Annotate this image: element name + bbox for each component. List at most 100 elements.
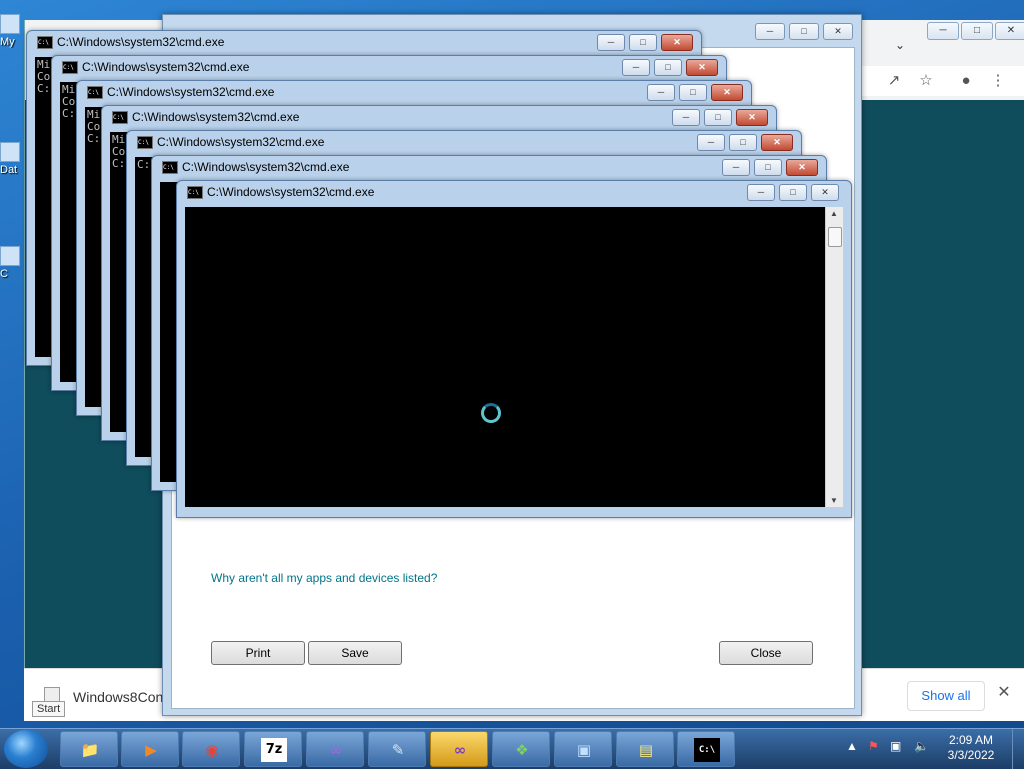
- cmd-minimize-button[interactable]: ─: [622, 59, 650, 76]
- scroll-down-icon[interactable]: ▼: [829, 496, 839, 505]
- cmd-console[interactable]: [185, 207, 825, 507]
- cmd-icon: C:\: [112, 111, 128, 124]
- desktop-shortcut-icon: [0, 14, 20, 34]
- cmd-close-button[interactable]: ✕: [711, 84, 743, 101]
- cmd-minimize-button[interactable]: ─: [697, 134, 725, 151]
- menu-icon[interactable]: ⋮: [989, 72, 1007, 90]
- desktop-icon-label: My: [0, 36, 15, 48]
- apps-devices-help-link[interactable]: Why aren't all my apps and devices liste…: [211, 571, 437, 585]
- scroll-thumb[interactable]: [828, 227, 842, 247]
- cmd-maximize-button[interactable]: □: [654, 59, 682, 76]
- taskbar-notepad[interactable]: ✎: [368, 731, 426, 767]
- tray-expand-icon[interactable]: ▲: [846, 739, 858, 753]
- cmd-icon: C:\: [62, 61, 78, 74]
- cmd-close-button[interactable]: ✕: [811, 184, 839, 201]
- cmd-maximize-button[interactable]: □: [754, 159, 782, 176]
- desktop-shortcut-icon: [0, 142, 20, 162]
- cmd-maximize-button[interactable]: □: [779, 184, 807, 201]
- cmd-close-button[interactable]: ✕: [761, 134, 793, 151]
- volume-icon[interactable]: 🔈: [914, 739, 929, 753]
- network-icon[interactable]: ▣: [890, 739, 901, 753]
- cmd-icon: C:\: [137, 136, 153, 149]
- media-player-icon: ▶: [145, 741, 157, 759]
- busy-cursor-icon: [481, 403, 501, 423]
- visual-studio-icon: ∞: [453, 741, 467, 759]
- cmd-window-7[interactable]: C:\ C:\Windows\system32\cmd.exe ─ □ ✕ ▲ …: [176, 180, 852, 518]
- clock-time: 2:09 AM: [948, 733, 994, 747]
- taskbar-remote-desktop[interactable]: ▣: [554, 731, 612, 767]
- cmd-minimize-button[interactable]: ─: [672, 109, 700, 126]
- cmd-window-title: C:\Windows\system32\cmd.exe: [82, 60, 250, 74]
- taskbar-visual-studio[interactable]: ∞: [430, 731, 488, 767]
- taskbar-media-player[interactable]: ▶: [121, 731, 179, 767]
- cmd-close-button[interactable]: ✕: [786, 159, 818, 176]
- cmd-icon: C:\: [694, 738, 720, 762]
- file-explorer-icon: 📁: [80, 741, 100, 759]
- cmd-scrollbar[interactable]: ▲ ▼: [825, 207, 843, 507]
- cmd-maximize-button[interactable]: □: [679, 84, 707, 101]
- taskbar-vs-installer[interactable]: ∞: [306, 731, 364, 767]
- desktop-icon-c[interactable]: C: [0, 246, 22, 280]
- print-button[interactable]: Print: [211, 641, 305, 665]
- cmd-close-button[interactable]: ✕: [736, 109, 768, 126]
- dialog-maximize-button[interactable]: □: [789, 23, 819, 40]
- cmd-icon: C:\: [162, 161, 178, 174]
- taskbar-cmd[interactable]: C:\: [677, 731, 735, 767]
- cmd-close-button[interactable]: ✕: [686, 59, 718, 76]
- windows-update-icon: ❖: [515, 741, 529, 759]
- cmd-minimize-button[interactable]: ─: [647, 84, 675, 101]
- browser-maximize-button[interactable]: □: [961, 22, 993, 40]
- cmd-maximize-button[interactable]: □: [704, 109, 732, 126]
- 7zip-icon: 7z: [261, 738, 287, 762]
- browser-close-button[interactable]: ✕: [995, 22, 1024, 40]
- tab-search-chevron-icon[interactable]: ⌄: [895, 38, 905, 52]
- show-all-button[interactable]: Show all: [907, 681, 985, 711]
- show-desktop-button[interactable]: [1012, 729, 1024, 769]
- start-button[interactable]: [4, 730, 48, 768]
- browser-minimize-button[interactable]: ─: [927, 22, 959, 40]
- cmd-window-title: C:\Windows\system32\cmd.exe: [132, 110, 300, 124]
- cmd-window-title: C:\Windows\system32\cmd.exe: [182, 160, 350, 174]
- cmd-icon: C:\: [37, 36, 53, 49]
- taskbar-file-explorer[interactable]: 📁: [60, 731, 118, 767]
- taskbar-sticky-notes[interactable]: ▤: [616, 731, 674, 767]
- save-button[interactable]: Save: [308, 641, 402, 665]
- dialog-close-button[interactable]: ✕: [823, 23, 853, 40]
- cmd-close-button[interactable]: ✕: [661, 34, 693, 51]
- taskbar-7zip[interactable]: 7z: [244, 731, 302, 767]
- browser-toolbar: ↗ ☆ ● ⋮: [861, 66, 1024, 96]
- cmd-minimize-button[interactable]: ─: [597, 34, 625, 51]
- cmd-maximize-button[interactable]: □: [629, 34, 657, 51]
- start-tooltip: Start: [32, 701, 66, 717]
- desktop-icon-label: Dat: [0, 164, 18, 176]
- cmd-window-title: C:\Windows\system32\cmd.exe: [157, 135, 325, 149]
- browser-titlebar: ─ □ ✕: [861, 20, 1024, 42]
- cmd-minimize-button[interactable]: ─: [747, 184, 775, 201]
- cmd-window-title: C:\Windows\system32\cmd.exe: [207, 185, 375, 199]
- chrome-icon: ◉: [205, 741, 219, 759]
- desktop-icon-label: C: [0, 268, 8, 280]
- desktop-icon-my[interactable]: My: [0, 14, 22, 48]
- action-center-icon[interactable]: ⚑: [868, 739, 879, 753]
- remote-desktop-icon: ▣: [576, 741, 592, 759]
- download-filename[interactable]: Windows8Cons: [73, 689, 170, 705]
- taskbar-chrome[interactable]: ◉: [182, 731, 240, 767]
- star-icon[interactable]: ☆: [917, 72, 935, 90]
- desktop-shortcut-icon: [0, 246, 20, 266]
- share-icon[interactable]: ↗: [885, 72, 903, 90]
- notepad-icon: ✎: [391, 741, 405, 759]
- close-button[interactable]: Close: [719, 641, 813, 665]
- sticky-notes-icon: ▤: [638, 741, 654, 759]
- clock-date: 3/3/2022: [947, 748, 995, 762]
- profile-icon[interactable]: ●: [957, 72, 975, 90]
- cmd-icon: C:\: [187, 186, 203, 199]
- cmd-maximize-button[interactable]: □: [729, 134, 757, 151]
- dialog-minimize-button[interactable]: ─: [755, 23, 785, 40]
- cmd-window-title: C:\Windows\system32\cmd.exe: [107, 85, 275, 99]
- cmd-minimize-button[interactable]: ─: [722, 159, 750, 176]
- scroll-up-icon[interactable]: ▲: [829, 209, 839, 218]
- download-bar-close-icon[interactable]: ✕: [994, 683, 1014, 703]
- desktop-icon-data[interactable]: Dat: [0, 142, 22, 176]
- clock[interactable]: 2:09 AM 3/3/2022: [940, 733, 1002, 763]
- taskbar-windows-update[interactable]: ❖: [492, 731, 550, 767]
